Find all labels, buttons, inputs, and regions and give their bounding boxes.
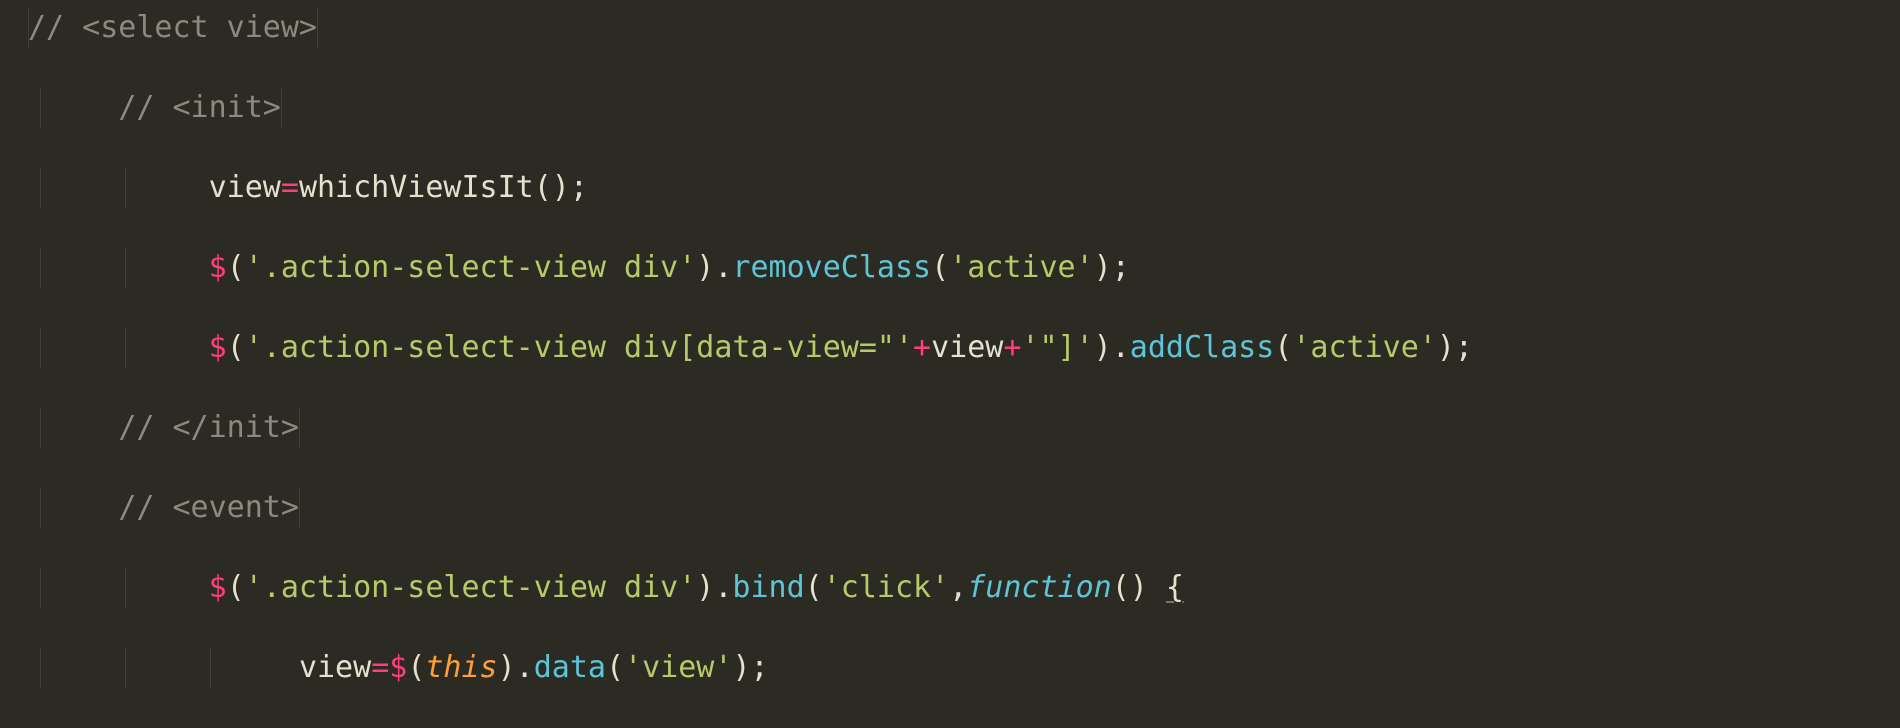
code-line: view=$(this).data('view'); xyxy=(28,648,1900,688)
jquery-dollar: $ xyxy=(209,570,227,605)
code-line: // <event> xyxy=(28,488,1900,528)
method-name: data xyxy=(534,650,606,685)
brace-open: { xyxy=(1166,570,1184,605)
punct: ); xyxy=(1094,250,1130,285)
jquery-dollar: $ xyxy=(209,330,227,365)
code-line: $('.action-select-view div').removeClass… xyxy=(28,248,1900,288)
paren-open: ( xyxy=(407,650,425,685)
code-line: $('.action-select-view div').bind('click… xyxy=(28,568,1900,608)
comma: , xyxy=(949,570,967,605)
punct: ). xyxy=(498,650,534,685)
paren-open: ( xyxy=(805,570,823,605)
punct: ). xyxy=(696,250,732,285)
paren-open: ( xyxy=(227,570,245,605)
string-literal: '.action-select-view div[data-view="' xyxy=(245,330,913,365)
method-name: removeClass xyxy=(732,250,931,285)
string-literal: 'active' xyxy=(1292,330,1437,365)
paren-open: ( xyxy=(227,250,245,285)
paren-open: ( xyxy=(931,250,949,285)
identifier: view xyxy=(299,650,371,685)
string-literal: 'view' xyxy=(624,650,732,685)
comment-text: // <event> xyxy=(118,490,299,525)
string-literal: 'click' xyxy=(823,570,949,605)
method-name: addClass xyxy=(1130,330,1275,365)
jquery-dollar: $ xyxy=(209,250,227,285)
punct: ). xyxy=(696,570,732,605)
comment-text: // </init> xyxy=(118,410,299,445)
operator: = xyxy=(281,170,299,205)
comment-text: // <select view> xyxy=(28,10,317,45)
operator: + xyxy=(1003,330,1021,365)
paren-open: ( xyxy=(1274,330,1292,365)
keyword-function: function xyxy=(967,570,1112,605)
code-line: // </init> xyxy=(28,408,1900,448)
operator: = xyxy=(371,650,389,685)
jquery-dollar: $ xyxy=(389,650,407,685)
string-literal: '"]' xyxy=(1021,330,1093,365)
operator: + xyxy=(913,330,931,365)
comment-text: // <init> xyxy=(118,90,281,125)
code-line: // <init> xyxy=(28,88,1900,128)
paren-open: ( xyxy=(227,330,245,365)
keyword-this: this xyxy=(425,650,497,685)
punct: ); xyxy=(732,650,768,685)
identifier: view xyxy=(931,330,1003,365)
code-line: view=whichViewIsIt(); xyxy=(28,168,1900,208)
code-editor[interactable]: // <select view> // <init> view=whichVie… xyxy=(0,0,1900,728)
call-expression: whichViewIsIt(); xyxy=(299,170,588,205)
punct: ); xyxy=(1437,330,1473,365)
paren-open: ( xyxy=(606,650,624,685)
code-line: // <select view> xyxy=(28,8,1900,48)
code-line: $('.action-select-view div[data-view="'+… xyxy=(28,328,1900,368)
string-literal: 'active' xyxy=(949,250,1094,285)
string-literal: '.action-select-view div' xyxy=(245,570,697,605)
method-name: bind xyxy=(732,570,804,605)
punct: () xyxy=(1112,570,1166,605)
punct: ). xyxy=(1094,330,1130,365)
identifier: view xyxy=(209,170,281,205)
string-literal: '.action-select-view div' xyxy=(245,250,697,285)
